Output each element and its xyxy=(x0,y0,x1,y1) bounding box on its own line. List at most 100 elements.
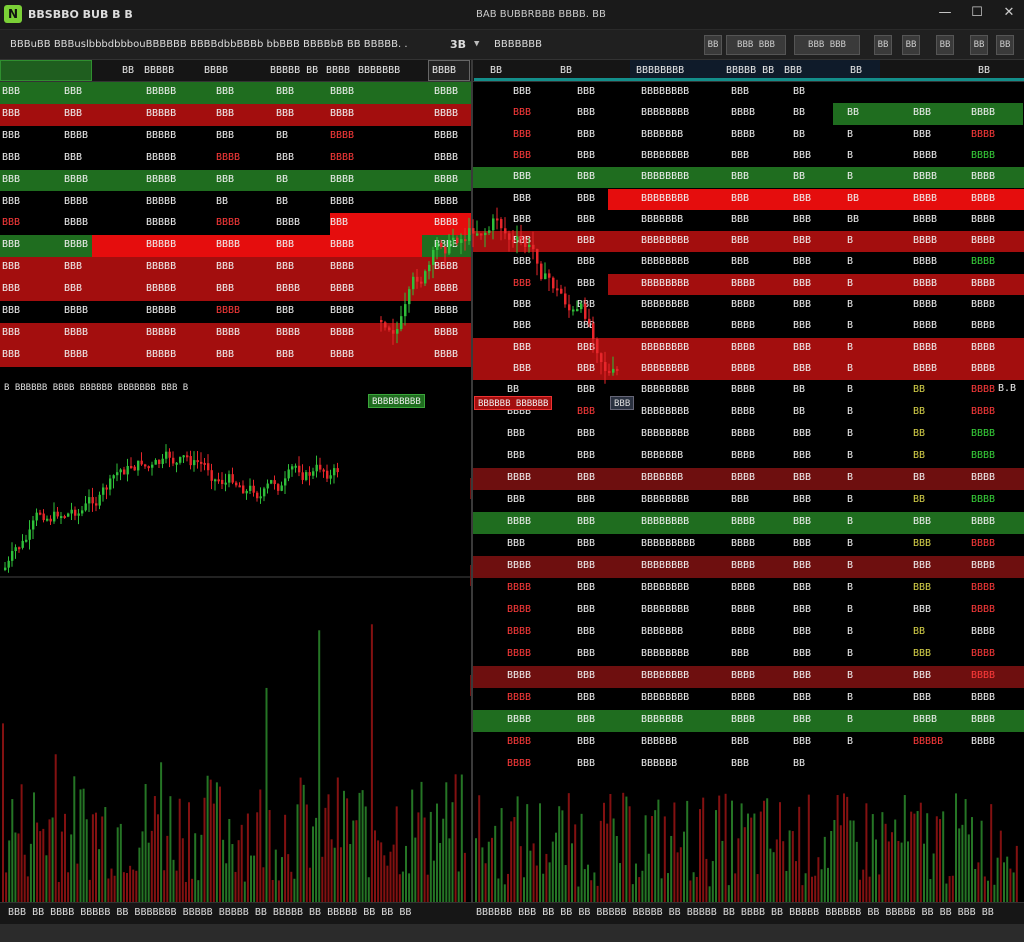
col-header[interactable]: BBBBBBB xyxy=(358,65,400,76)
minimize-icon[interactable]: — xyxy=(934,5,956,25)
col-header[interactable]: BBBB xyxy=(432,65,456,76)
toolbar-button-2[interactable]: BBB BBB xyxy=(726,35,786,55)
table-cell: BB xyxy=(847,213,860,225)
table-row[interactable]: BBBBBBBBBBBBBBBBBBBBBBBBBB xyxy=(473,380,1024,402)
table-row[interactable]: BBBBBBBBBBBBBBBBBBBBBBBBBBB xyxy=(0,235,471,258)
close-icon[interactable]: ✕ xyxy=(998,5,1020,25)
volume-bar xyxy=(545,853,548,902)
table-row[interactable]: BBBBBBBBBBBBBBBBBBBBBBBBBBBBB xyxy=(473,252,1024,274)
table-cell: BBB xyxy=(513,299,532,310)
table-row[interactable]: BBBBBBBBBBBBBBBBBBBBBBBBBBBB xyxy=(473,424,1024,446)
table-row[interactable]: BBBBBBBBBBBBBBBBBBBBBBBBBBBB xyxy=(0,322,471,345)
col-header[interactable]: BBBB xyxy=(326,65,350,76)
table-row[interactable]: BBBBBBBBBBBBBBBBBBBBBBBBBBBB xyxy=(473,402,1024,424)
table-row[interactable]: BBBBBBBBBBBBBBBBBBBBBBBBBBBBBB xyxy=(473,556,1024,578)
col-header[interactable]: BBBBB xyxy=(144,65,174,76)
table-row[interactable]: BBBBBBBBBBBBBBBBBBBBBBBBBBBBBB xyxy=(473,578,1024,600)
table-row[interactable]: BBBBBBBBBBBBBBBBBBBBBBBBB xyxy=(0,103,471,126)
table-row[interactable]: BBBBBBBBBBBBBBBBBBBBBBBBBBBBBB xyxy=(473,666,1024,688)
col-header[interactable]: BB xyxy=(122,65,134,76)
toolbar-button-4[interactable]: BB xyxy=(874,35,892,55)
volume-bar xyxy=(606,823,609,902)
interval-selector[interactable]: 3B xyxy=(450,38,466,51)
toolbar-button-5[interactable]: BB xyxy=(902,35,920,55)
table-row[interactable]: BBBBBBBBBBBBBBBBBBBBBBBBBBBBBB xyxy=(473,710,1024,732)
col-header[interactable]: BBBBB BB xyxy=(726,65,774,76)
table-row[interactable]: BBBBBBBBBBBBBBBBBBBBBBBBBBBBB xyxy=(473,209,1024,232)
table-row[interactable]: BBBBBBBBBBBBBBBBBBBBBBBBBB xyxy=(0,344,471,367)
table-row[interactable]: BBBBBBBBBBBBBBBBBBBBBBBBBB xyxy=(0,147,471,170)
table-row[interactable]: BBBBBBBBBBBBBBBBBBBBBBBBBBBBB xyxy=(473,732,1024,754)
table-cell: B xyxy=(847,538,854,549)
table-row[interactable]: BBBBBBBBBBBBBBBBBBBBBBBBBBBBBB xyxy=(473,273,1024,295)
table-cell: BB xyxy=(507,384,520,395)
volume-bar xyxy=(945,883,948,902)
table-row[interactable]: BBBBBBBBBBBBBBBBBBBBBBBBBBBBBB xyxy=(473,688,1024,710)
maximize-icon[interactable]: ☐ xyxy=(966,5,988,25)
menu-bar[interactable]: BBBuBB BBBuslbbbdbbbouBBBBBB BBBBdbbBBBb… xyxy=(10,39,408,50)
status-right: BBBBBB BBB BB BB BB BBBBB BBBBB BB BBBBB… xyxy=(476,907,994,918)
volume-bar xyxy=(299,777,302,902)
toolbar-button-6[interactable]: BB xyxy=(936,35,954,55)
chart-tag-red: BBBBBB BBBBBB xyxy=(474,396,553,410)
table-row[interactable]: BBBBBBBBBBBBBBBBBBBBBBBBBBB xyxy=(473,446,1024,468)
table-cell: BBBB xyxy=(216,239,241,251)
toolbar-button-3[interactable]: BBB BBB xyxy=(794,35,860,55)
table-row[interactable]: BBBBBBBBBBBBBBBBBBBBBBBBBBBB xyxy=(473,468,1024,490)
volume-bar xyxy=(1003,862,1005,902)
col-header[interactable]: BBBBBBBB xyxy=(636,65,684,76)
table-cell: BBBB xyxy=(330,283,355,295)
volume-bar xyxy=(8,840,11,902)
table-row[interactable]: BBBBBBBBBBBBBBBBBBBBBBBBBBBB xyxy=(473,622,1024,644)
table-row[interactable]: BBBBBBBBBBBBBBBBBBBBBBBBBBBBBB xyxy=(473,512,1024,534)
table-row[interactable]: BBB BBB BBBBBBBB BBB BB xyxy=(473,82,1024,104)
volume-bar xyxy=(194,833,197,902)
table-row[interactable]: BBBBBBBBBBBBBBBBBBBBBBBBBBBBBB xyxy=(473,188,1024,210)
table-row[interactable]: BBBBBBBBBBBBBBBBBBBBBBBBBBBBB xyxy=(473,145,1024,168)
table-row[interactable]: BBBBBBBBBBBBBBBBBBBBBBBBBBB xyxy=(0,301,471,323)
pane-divider[interactable] xyxy=(471,60,473,902)
table-row[interactable]: BBBBBBBBBBBBBBBBBBBBBBBBBB xyxy=(0,279,471,301)
table-row[interactable]: BBBBBBBBBBBBBBBBBBBBBBBBBBBBBB xyxy=(473,534,1024,556)
col-header[interactable]: BBB xyxy=(784,65,802,76)
table-row[interactable]: BBBBBBBBBBBBBBBBBBBBBBBBBBB xyxy=(473,124,1024,146)
table-row[interactable]: BBBBBBBBBBBBBBBBBBBBBBBBB xyxy=(0,257,471,280)
volume-bar xyxy=(891,832,893,902)
table-row[interactable]: BBBB BBB BBBBBB BBB BB xyxy=(473,754,1024,776)
toolbar-button-7[interactable]: BB xyxy=(970,35,988,55)
table-cell: BBBB xyxy=(64,326,89,338)
col-header[interactable]: BBBB xyxy=(204,65,228,76)
col-header[interactable]: BB xyxy=(978,65,990,76)
table-row[interactable]: BBBBBBBBBBBBBBBBBBBBBBBBBBBBBB xyxy=(473,316,1024,338)
table-row[interactable]: BBBBBBBBBBBBBBBBBBBBBBBBB xyxy=(0,125,471,148)
toolbar-button-8[interactable]: BB xyxy=(996,35,1014,55)
table-row[interactable]: BBBBBBBBBBBBBBBBBBBBBBBBBBB xyxy=(473,490,1024,512)
table-row[interactable]: BBB BBBB BBBBB BB BB BBBB BBBB xyxy=(0,191,471,214)
toolbar-button-1[interactable]: BB xyxy=(704,35,722,55)
table-row[interactable]: BBBBBBBBBBBBBBBBBBBBBBBBBBBBB xyxy=(473,231,1024,253)
price-chart[interactable] xyxy=(0,380,470,902)
table-cell: BBB xyxy=(793,604,812,615)
table-row[interactable]: BBBBBBBBBBBBBBBBBBBBBBBBBBBB xyxy=(473,167,1024,189)
col-header[interactable]: BB xyxy=(560,65,572,76)
table-row[interactable]: BBBBBBBBBBBBBBBBBBBBBBBBBBBBB xyxy=(473,644,1024,666)
col-header[interactable]: BBBBB BB xyxy=(270,65,318,76)
volume-bar xyxy=(98,849,101,902)
table-row[interactable]: BBBBBBBBBBBBBBBBBBBBBBBBBBBBB xyxy=(473,103,1024,125)
strategy-selector[interactable]: BBBBBBB xyxy=(494,39,542,50)
chevron-down-icon[interactable]: ▼ xyxy=(474,39,479,49)
volume-bar xyxy=(798,806,801,902)
table-cell: BBBB xyxy=(971,648,996,659)
col-header[interactable]: BB xyxy=(490,65,502,76)
table-cell: BBBB xyxy=(971,604,996,615)
table-row[interactable]: BBBBBBBBBBBBBBBBBBBBBBBBBBBBBB xyxy=(473,295,1024,317)
table-row[interactable]: BBBBBBBBBBBBBBBBBBBBBBBBB xyxy=(0,169,471,192)
table-row[interactable]: BBBBBBBBBBBBBBBBBBBBBBBBBBB xyxy=(0,213,471,236)
table-row[interactable]: BBBBBBBBBBBBBBBBBBBBBBBBBBBBBB xyxy=(473,600,1024,622)
table-row[interactable]: BBBBBBBBBBBBBBBBBBBBBBBBBBBBBB xyxy=(473,337,1024,359)
col-header[interactable]: BB xyxy=(850,65,862,76)
volume-bar xyxy=(516,796,519,902)
volume-bar xyxy=(163,870,166,902)
table-row[interactable]: BBBBBBBBBBBBBBBBBBBBBBBBB xyxy=(0,82,471,104)
table-row[interactable]: BBBBBBBBBBBBBBBBBBBBBBBBBBBBBB xyxy=(473,358,1024,381)
